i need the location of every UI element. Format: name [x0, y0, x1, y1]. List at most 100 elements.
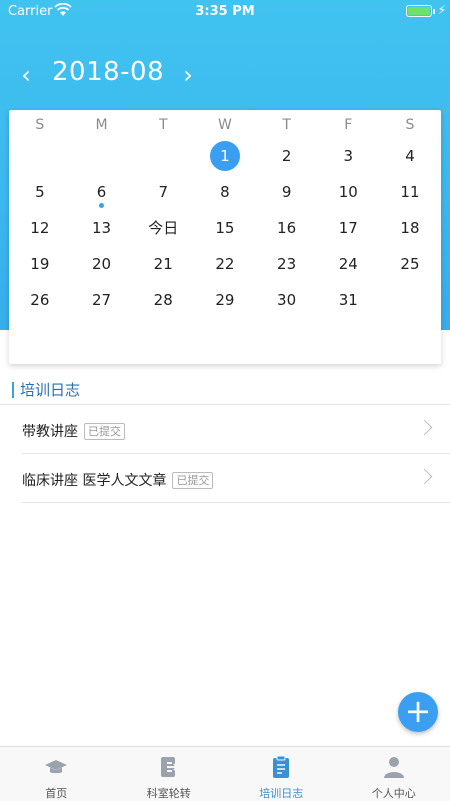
- tab-label: 首页: [0, 785, 113, 801]
- calendar-day[interactable]: 7: [132, 176, 194, 208]
- calendar-day-selected[interactable]: 1: [194, 140, 256, 172]
- event-dot: [99, 203, 104, 208]
- calendar-day: [71, 140, 133, 172]
- tab-profile[interactable]: 个人中心: [338, 747, 450, 801]
- calendar-day[interactable]: 18: [379, 212, 441, 244]
- section-title: 培训日志: [12, 382, 80, 398]
- day-number: 25: [400, 255, 419, 273]
- day-number: 2: [282, 147, 292, 165]
- calendar-day[interactable]: 27: [71, 284, 133, 316]
- tab-home[interactable]: 首页: [0, 747, 113, 801]
- tab-rotation[interactable]: 科室轮转: [113, 747, 226, 801]
- calendar-day[interactable]: 25: [379, 248, 441, 280]
- battery-icon: [406, 5, 432, 17]
- calendar: S M T W T F S 1 2 3 4 5 6 7 8 9 10 11 12…: [9, 110, 441, 364]
- calendar-week: 12 13 今日 15 16 17 18: [9, 212, 441, 244]
- calendar-day[interactable]: 28: [132, 284, 194, 316]
- calendar-day[interactable]: 20: [71, 248, 133, 280]
- calendar-day[interactable]: 19: [9, 248, 71, 280]
- calendar-day[interactable]: 3: [317, 140, 379, 172]
- list-item[interactable]: 带教讲座 已提交: [0, 406, 450, 454]
- calendar-day[interactable]: 31: [317, 284, 379, 316]
- day-number: 28: [154, 291, 173, 309]
- calendar-day[interactable]: 17: [317, 212, 379, 244]
- calendar-day[interactable]: 15: [194, 212, 256, 244]
- day-number: 26: [30, 291, 49, 309]
- tab-label: 个人中心: [338, 785, 450, 801]
- calendar-day[interactable]: 5: [9, 176, 71, 208]
- calendar-day[interactable]: 2: [256, 140, 318, 172]
- status-badge: 已提交: [172, 472, 213, 489]
- day-number: 12: [30, 219, 49, 237]
- list-item[interactable]: 临床讲座 医学人文文章 已提交: [0, 455, 450, 503]
- day-number: 16: [277, 219, 296, 237]
- day-number: 1: [210, 141, 240, 171]
- day-number: 30: [277, 291, 296, 309]
- day-number: 24: [339, 255, 358, 273]
- list-divider: [22, 502, 450, 503]
- calendar-day[interactable]: 12: [9, 212, 71, 244]
- day-number: 23: [277, 255, 296, 273]
- chevron-right-icon: [417, 469, 433, 485]
- add-log-button[interactable]: +: [398, 692, 438, 732]
- chevron-right-icon: [417, 420, 433, 436]
- day-number: 15: [215, 219, 234, 237]
- calendar-day[interactable]: 23: [256, 248, 318, 280]
- day-number: 7: [158, 183, 168, 201]
- prev-month-button[interactable]: ‹: [14, 62, 38, 88]
- calendar-day[interactable]: 13: [71, 212, 133, 244]
- day-number: 22: [215, 255, 234, 273]
- calendar-day: [132, 140, 194, 172]
- calendar-day: [379, 284, 441, 316]
- calendar-week: 1 2 3 4: [9, 140, 441, 172]
- person-icon: [382, 755, 406, 779]
- charging-icon: ⚡: [438, 3, 446, 17]
- day-number: 4: [405, 147, 415, 165]
- day-number: 20: [92, 255, 111, 273]
- day-number: 21: [154, 255, 173, 273]
- section-divider: [0, 404, 450, 405]
- day-number: 5: [35, 183, 45, 201]
- month-label: 2018-08: [52, 57, 164, 87]
- day-number: 13: [92, 219, 111, 237]
- status-badge: 已提交: [84, 423, 125, 440]
- calendar-week: 19 20 21 22 23 24 25: [9, 248, 441, 280]
- day-number: 29: [215, 291, 234, 309]
- calendar-day[interactable]: 22: [194, 248, 256, 280]
- tab-label: 培训日志: [225, 785, 338, 801]
- calendar-day[interactable]: 26: [9, 284, 71, 316]
- calendar-day[interactable]: 10: [317, 176, 379, 208]
- calendar-day[interactable]: 29: [194, 284, 256, 316]
- list-divider: [22, 453, 450, 454]
- calendar-day[interactable]: 8: [194, 176, 256, 208]
- calendar-day-today[interactable]: 今日: [132, 212, 194, 244]
- item-title: 临床讲座 医学人文文章: [22, 470, 166, 490]
- day-number: 31: [339, 291, 358, 309]
- day-number: 11: [400, 183, 419, 201]
- day-number: 6: [97, 183, 107, 201]
- next-month-button[interactable]: ›: [176, 62, 200, 88]
- item-title: 带教讲座: [22, 421, 78, 441]
- tab-training-log[interactable]: 培训日志: [225, 747, 338, 801]
- day-number: 18: [400, 219, 419, 237]
- month-navigation: ‹ 2018-08 ›: [0, 56, 450, 96]
- calendar-day[interactable]: 16: [256, 212, 318, 244]
- day-number: 19: [30, 255, 49, 273]
- calendar-day-with-event[interactable]: 6: [71, 176, 133, 208]
- calendar-day[interactable]: 4: [379, 140, 441, 172]
- day-number: 9: [282, 183, 292, 201]
- tab-bar: 首页 科室轮转 培训日志 个人中心: [0, 746, 450, 801]
- status-bar: Carrier 3:35 PM ⚡: [0, 0, 450, 24]
- today-label: 今日: [148, 219, 178, 237]
- battery-tip: [433, 9, 435, 14]
- day-number: 10: [339, 183, 358, 201]
- calendar-day[interactable]: 11: [379, 176, 441, 208]
- calendar-day[interactable]: 9: [256, 176, 318, 208]
- calendar-week: 26 27 28 29 30 31: [9, 284, 441, 316]
- calendar-day[interactable]: 21: [132, 248, 194, 280]
- clipboard-icon: [269, 755, 293, 779]
- calendar-day[interactable]: 24: [317, 248, 379, 280]
- calendar-day[interactable]: 30: [256, 284, 318, 316]
- day-number: 3: [344, 147, 354, 165]
- status-time: 3:35 PM: [0, 4, 450, 19]
